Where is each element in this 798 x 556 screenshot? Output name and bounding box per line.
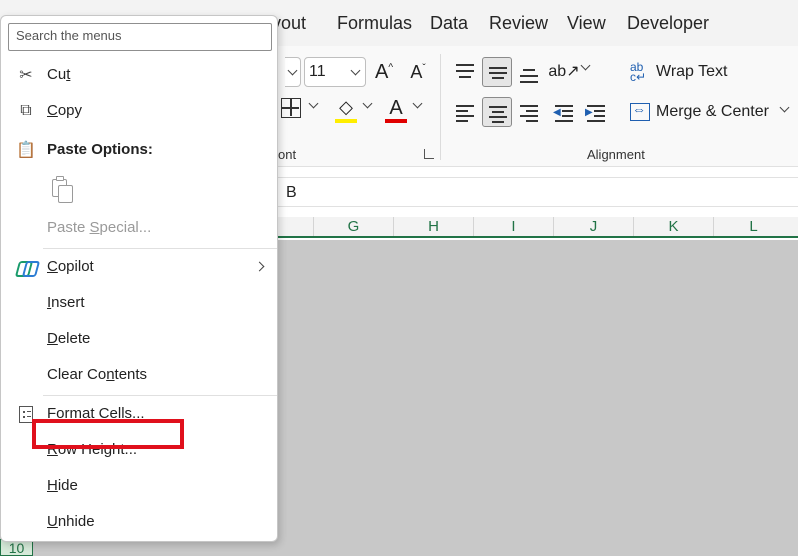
alignment-group-label: Alignment — [587, 147, 645, 162]
menu-item-hide[interactable]: Hide — [1, 471, 277, 501]
tab-data[interactable]: Data — [430, 13, 468, 34]
wrap-text-icon: ab c↵ — [630, 60, 647, 84]
dialog-launcher-icon[interactable] — [424, 149, 434, 159]
context-menu: Search the menus ✂ Cut ⧉ Copy 📋 Paste Op… — [0, 15, 278, 542]
chevron-down-icon — [350, 65, 361, 75]
column-header[interactable]: L — [713, 217, 793, 236]
menu-divider — [43, 395, 277, 396]
row-height-highlight-box — [32, 419, 184, 449]
orientation-dropdown-chevron[interactable] — [580, 60, 591, 71]
borders-icon[interactable] — [281, 98, 301, 118]
merge-cells-icon — [630, 101, 650, 121]
chevron-down-icon — [308, 98, 319, 109]
paint-bucket-icon: ◇ — [339, 97, 353, 117]
bottom-align-button[interactable] — [514, 57, 544, 87]
tab-formulas[interactable]: Formulas — [337, 13, 412, 34]
menu-item-label: Clear Contents — [47, 366, 148, 383]
chevron-right-icon — [254, 261, 265, 272]
scissors-icon: ✂ — [19, 67, 33, 84]
format-cells-icon — [19, 405, 33, 423]
decrease-font-icon: Aˇ — [410, 61, 426, 82]
menu-item-insert[interactable]: Insert — [1, 288, 277, 318]
tab-developer[interactable]: Developer — [627, 13, 709, 34]
menu-item-unhide[interactable]: Unhide — [1, 507, 277, 537]
menu-item-label: Delete — [47, 330, 91, 347]
menu-paste-options-header: 📋 Paste Options: — [1, 135, 277, 165]
menu-item-paste-special[interactable]: Paste Special... — [1, 213, 277, 243]
menu-item-label: Insert — [47, 294, 85, 311]
font-size-dropdown[interactable]: 11 — [304, 57, 366, 87]
menu-item-cut[interactable]: ✂ Cut — [1, 60, 277, 90]
chevron-down-icon — [779, 102, 790, 113]
font-color-button[interactable]: A — [384, 96, 408, 124]
menu-item-clear-contents[interactable]: Clear Contents — [1, 360, 277, 390]
merge-dropdown-chevron[interactable] — [779, 102, 790, 113]
column-header[interactable]: H — [393, 217, 473, 236]
increase-font-icon: A^ — [374, 60, 394, 83]
menu-item-label: Unhide — [47, 513, 95, 530]
borders-dropdown-chevron[interactable] — [308, 98, 319, 109]
column-header[interactable]: I — [473, 217, 553, 236]
wrap-text-button[interactable]: ab c↵ Wrap Text — [630, 59, 727, 85]
menu-item-delete[interactable]: Delete — [1, 324, 277, 354]
arrow-right-icon: ▶ — [585, 107, 593, 118]
font-color-dropdown-chevron[interactable] — [412, 98, 423, 109]
menu-item-label: Hide — [47, 477, 78, 494]
middle-align-button[interactable] — [482, 57, 512, 87]
chevron-down-icon — [287, 65, 298, 75]
paste-option-icon[interactable] — [49, 176, 75, 204]
column-header[interactable]: J — [553, 217, 633, 236]
menu-item-label: Paste Special... — [47, 219, 152, 236]
menu-divider — [43, 248, 277, 249]
formula-bar-content: B — [286, 184, 297, 201]
font-name-dropdown[interactable] — [285, 57, 301, 87]
tab-review[interactable]: Review — [489, 13, 548, 34]
group-divider — [440, 54, 441, 160]
font-size-value: 11 — [309, 63, 326, 80]
clipboard-icon: 📋 — [16, 142, 36, 159]
align-left-button[interactable] — [450, 97, 480, 127]
arrow-left-icon: ◀ — [553, 107, 561, 118]
menu-item-label: Paste Options: — [47, 141, 153, 158]
orientation-icon[interactable]: ab↗ — [548, 59, 579, 83]
chevron-down-icon — [412, 98, 423, 109]
column-header[interactable]: K — [633, 217, 713, 236]
menu-item-label: Copy — [47, 102, 83, 119]
menu-item-copy[interactable]: ⧉ Copy — [1, 96, 277, 126]
align-center-button[interactable] — [482, 97, 512, 127]
increase-font-size-button[interactable]: A^ — [372, 58, 396, 86]
menu-item-copilot[interactable]: Copilot — [1, 252, 277, 282]
menu-item-label: Cut — [47, 66, 71, 83]
font-group-label: ont — [278, 147, 297, 162]
copilot-icon — [17, 260, 35, 274]
fill-color-button[interactable]: ◇ — [334, 96, 358, 124]
align-right-button[interactable] — [514, 97, 544, 127]
fill-color-swatch — [335, 119, 357, 123]
merge-center-button[interactable]: Merge & Center — [630, 99, 769, 125]
top-align-button[interactable] — [450, 57, 480, 87]
menu-item-label: Copilot — [47, 258, 94, 275]
merge-center-label: Merge & Center — [656, 103, 769, 120]
copy-icon: ⧉ — [20, 102, 32, 119]
tab-view[interactable]: View — [567, 13, 606, 34]
increase-indent-button[interactable]: ▶ — [581, 97, 611, 127]
wrap-text-label: Wrap Text — [656, 63, 728, 80]
decrease-indent-button[interactable]: ◀ — [549, 97, 579, 127]
font-color-swatch — [385, 118, 407, 123]
menu-search-input[interactable]: Search the menus — [8, 23, 272, 51]
font-color-icon: A — [389, 96, 403, 119]
decrease-font-size-button[interactable]: Aˇ — [406, 58, 430, 86]
fill-color-dropdown-chevron[interactable] — [362, 98, 373, 109]
column-header[interactable]: G — [313, 217, 393, 236]
chevron-down-icon — [362, 98, 373, 109]
chevron-down-icon — [580, 60, 591, 71]
